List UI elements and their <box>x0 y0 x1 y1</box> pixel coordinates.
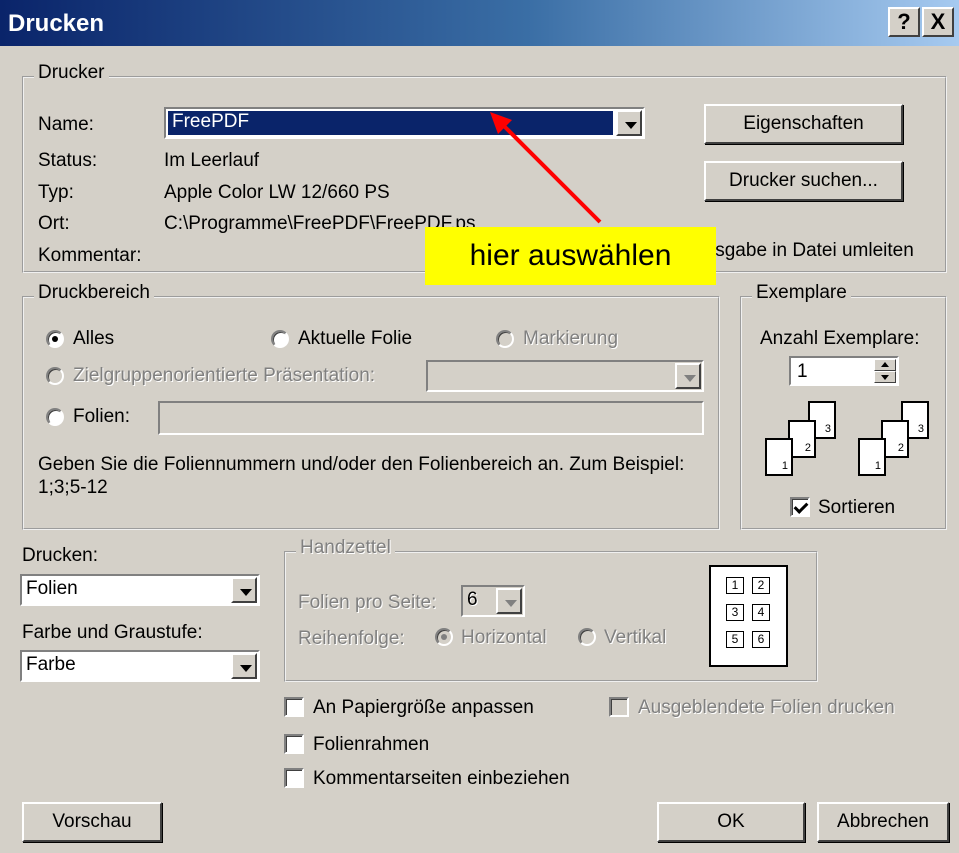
print-dialog: Drucken ? X Drucker Name: FreePDF Status… <box>0 0 959 853</box>
annotation-arrow-icon <box>490 112 602 224</box>
annotation-callout: hier auswählen <box>425 227 716 285</box>
annotation-arrow-line <box>498 120 602 224</box>
